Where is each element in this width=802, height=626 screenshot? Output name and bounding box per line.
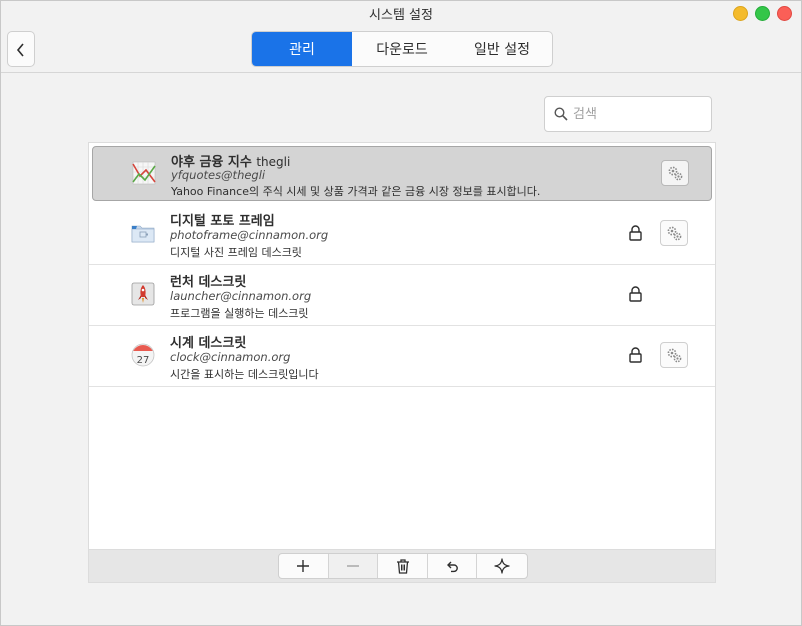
desklet-description: 시간을 표시하는 데스크릿입니다 xyxy=(170,368,319,381)
configure-button[interactable] xyxy=(660,220,688,246)
search-icon xyxy=(554,107,568,121)
desklet-name-text: 시계 데스크릿 xyxy=(170,336,247,351)
tab-download[interactable]: 다운로드 xyxy=(352,32,452,66)
chevron-left-icon xyxy=(16,43,24,57)
gears-icon xyxy=(668,166,683,181)
minimize-button[interactable] xyxy=(733,6,748,21)
lock-icon xyxy=(629,347,642,363)
desklet-name: 런처 데스크릿 xyxy=(170,271,246,290)
search-box xyxy=(544,96,712,132)
settings-window: 시스템 설정 관리 다운로드 일반 설정 검색 야후 금융 지수 thegli … xyxy=(0,0,802,626)
trash-icon xyxy=(396,559,409,574)
tab-general-settings[interactable]: 일반 설정 xyxy=(452,32,552,66)
desklet-description: Yahoo Finance의 주식 시세 및 상품 가격과 같은 금융 시장 정… xyxy=(171,185,541,198)
desklet-uuid: clock@cinnamon.org xyxy=(170,350,291,364)
desklet-uuid: launcher@cinnamon.org xyxy=(170,289,312,303)
desklet-list: 야후 금융 지수 thegli yfquotes@thegli Yahoo Fi… xyxy=(88,142,716,550)
remove-button[interactable] xyxy=(328,554,379,578)
maximize-button[interactable] xyxy=(755,6,770,21)
configure-button[interactable] xyxy=(661,160,689,186)
rocket-icon xyxy=(131,282,155,306)
gears-icon xyxy=(667,348,682,363)
chart-icon xyxy=(132,161,156,185)
tab-manage[interactable]: 관리 xyxy=(252,32,352,66)
desklet-uuid: yfquotes@thegli xyxy=(171,168,266,182)
header-bar: 관리 다운로드 일반 설정 xyxy=(1,25,801,73)
list-item-launcher[interactable]: 런처 데스크릿 launcher@cinnamon.org 프로그램을 실행하는… xyxy=(89,265,715,326)
desklet-name: 시계 데스크릿 xyxy=(170,332,246,351)
delete-button[interactable] xyxy=(378,554,428,578)
add-button[interactable] xyxy=(279,554,329,578)
desklet-description: 디지털 사진 프레임 데스크릿 xyxy=(170,246,302,259)
titlebar: 시스템 설정 xyxy=(1,1,801,25)
remove-icon xyxy=(346,565,359,567)
list-item-yfquotes[interactable]: 야후 금융 지수 thegli yfquotes@thegli Yahoo Fi… xyxy=(92,146,712,201)
toolbar-button-group xyxy=(278,553,528,579)
sparkle-icon xyxy=(494,558,510,574)
desklet-uuid: photoframe@cinnamon.org xyxy=(170,228,329,242)
close-button[interactable] xyxy=(777,6,792,21)
tab-switcher: 관리 다운로드 일반 설정 xyxy=(251,31,553,67)
desklet-description: 프로그램을 실행하는 데스크릿 xyxy=(170,307,309,320)
calendar-day: 27 xyxy=(137,355,150,366)
lock-icon xyxy=(629,225,642,241)
configure-button[interactable] xyxy=(660,342,688,368)
undo-button[interactable] xyxy=(428,554,478,578)
desklet-name-text: 런처 데스크릿 xyxy=(170,275,247,290)
list-item-photoframe[interactable]: 디지털 포토 프레임 photoframe@cinnamon.org 디지털 사… xyxy=(89,204,715,265)
list-toolbar xyxy=(88,550,716,583)
window-title: 시스템 설정 xyxy=(369,8,433,23)
lock-icon xyxy=(629,286,642,302)
main-content: 야후 금융 지수 thegli yfquotes@thegli Yahoo Fi… xyxy=(1,74,801,625)
calendar-icon: 27 xyxy=(131,343,155,367)
folder-photo-icon xyxy=(131,225,155,243)
desklet-name: 디지털 포토 프레임 xyxy=(170,210,275,229)
search-input[interactable] xyxy=(573,104,703,124)
back-button[interactable] xyxy=(7,31,35,67)
desklet-name-text: 디지털 포토 프레임 xyxy=(170,214,275,229)
list-item-clock[interactable]: 27 시계 데스크릿 clock@cinnamon.org 시간을 표시하는 데… xyxy=(89,326,715,387)
desklet-author: thegli xyxy=(256,155,291,169)
add-icon xyxy=(297,560,310,572)
undo-icon xyxy=(447,561,458,573)
gears-icon xyxy=(667,226,682,241)
more-desklets-button[interactable] xyxy=(477,554,527,578)
